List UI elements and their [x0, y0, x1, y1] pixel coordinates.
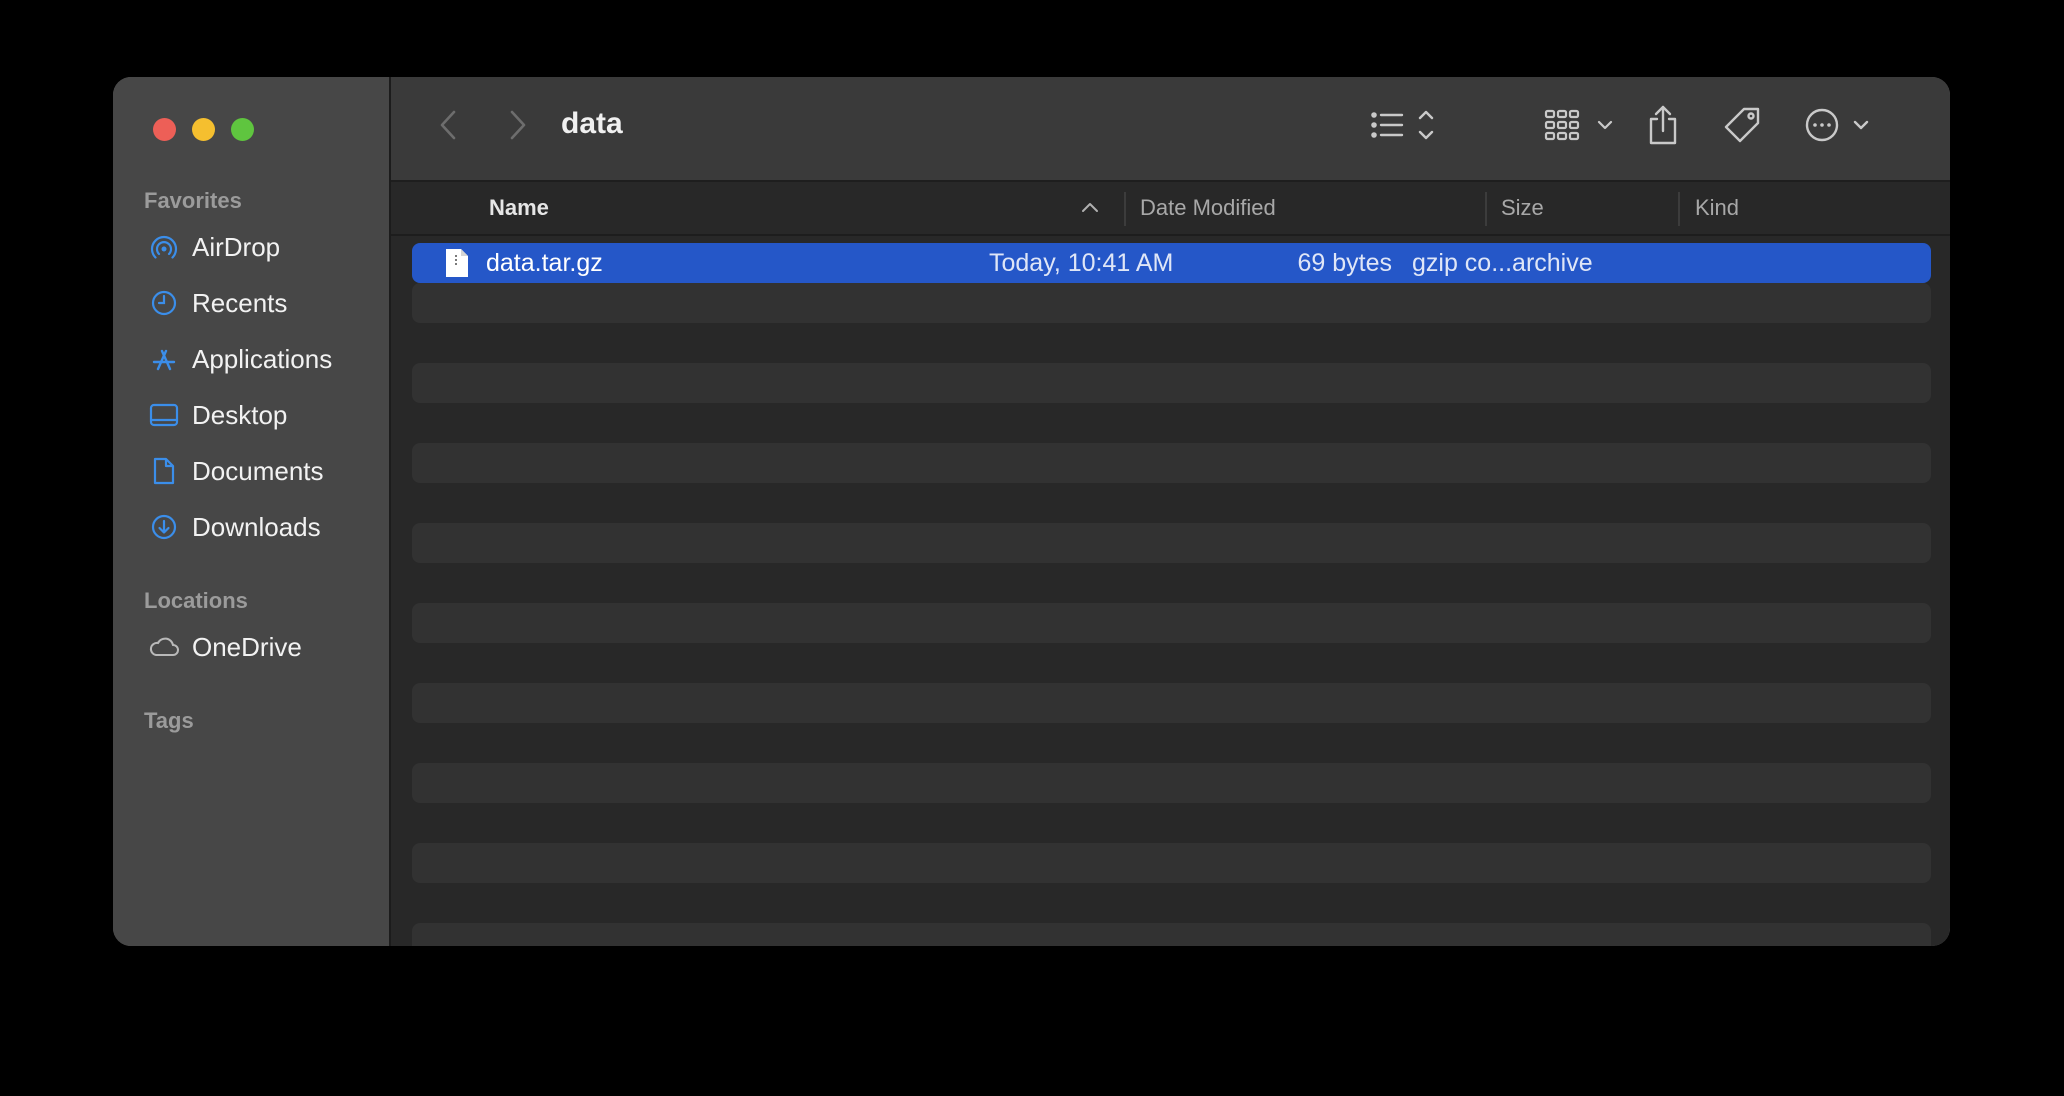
- locations-heading: Locations: [144, 588, 248, 613]
- chevron-right-icon: [509, 109, 527, 146]
- grid-icon: [1544, 107, 1620, 148]
- empty-row: [412, 283, 1931, 323]
- column-date-label: Date Modified: [1140, 195, 1276, 220]
- file-size: 69 bytes: [1297, 248, 1392, 277]
- file-date-modified: Today, 10:41 AM: [989, 248, 1174, 277]
- sidebar-item-label: Downloads: [192, 511, 321, 542]
- view-options-button[interactable]: [1366, 105, 1446, 149]
- empty-row: [412, 843, 1931, 883]
- forward-button[interactable]: [503, 107, 533, 147]
- airdrop-icon: [148, 231, 180, 263]
- empty-row: [412, 363, 1931, 403]
- archive-file-icon: [444, 243, 470, 283]
- sidebar-item-recents[interactable]: Recents: [148, 283, 378, 323]
- sidebar-item-label: OneDrive: [192, 631, 302, 662]
- column-name-label: Name: [489, 195, 549, 220]
- share-icon: [1645, 103, 1681, 152]
- close-button[interactable]: [153, 118, 176, 141]
- cloud-icon: [148, 631, 180, 663]
- column-kind-label: Kind: [1695, 195, 1740, 220]
- sidebar-item-applications[interactable]: Applications: [148, 339, 378, 379]
- more-actions-button[interactable]: [1804, 105, 1880, 149]
- toolbar: data: [391, 77, 1950, 182]
- sidebar-item-label: Documents: [192, 455, 324, 486]
- column-kind[interactable]: Kind: [1695, 182, 1935, 234]
- sidebar-item-airdrop[interactable]: AirDrop: [148, 227, 378, 267]
- sidebar-item-documents[interactable]: Documents: [148, 451, 378, 491]
- sort-ascending-icon[interactable]: [1081, 200, 1099, 219]
- column-divider[interactable]: [1485, 192, 1487, 226]
- desktop-icon: [148, 399, 180, 431]
- finder-window: Favorites AirDrop Recents Applications D…: [113, 77, 1950, 946]
- empty-row: [412, 603, 1931, 643]
- empty-row: [412, 683, 1931, 723]
- clock-icon: [148, 287, 180, 319]
- tags-heading: Tags: [144, 708, 194, 733]
- back-button[interactable]: [433, 107, 463, 147]
- empty-row: [412, 763, 1931, 803]
- download-icon: [148, 511, 180, 543]
- file-kind: gzip co...archive: [1412, 248, 1593, 277]
- document-icon: [148, 455, 180, 487]
- window-title: data: [561, 107, 623, 140]
- minimize-button[interactable]: [192, 118, 215, 141]
- empty-row: [412, 923, 1931, 946]
- column-date-modified[interactable]: Date Modified: [1140, 182, 1480, 234]
- sidebar-item-label: AirDrop: [192, 231, 281, 262]
- file-name: data.tar.gz: [486, 248, 603, 277]
- column-divider[interactable]: [1124, 192, 1126, 226]
- sidebar-item-desktop[interactable]: Desktop: [148, 395, 378, 435]
- sidebar-item-label: Applications: [192, 343, 333, 374]
- sidebar: Favorites AirDrop Recents Applications D…: [113, 77, 391, 946]
- empty-row: [412, 523, 1931, 563]
- sidebar-item-downloads[interactable]: Downloads: [148, 507, 378, 547]
- ellipsis-circle-icon: [1804, 105, 1880, 150]
- column-divider[interactable]: [1678, 192, 1680, 226]
- column-header: Name Date Modified Size Kind: [391, 182, 1950, 236]
- zoom-button[interactable]: [231, 118, 254, 141]
- column-size[interactable]: Size: [1501, 182, 1671, 234]
- sidebar-item-onedrive[interactable]: OneDrive: [148, 627, 378, 667]
- tag-button[interactable]: [1720, 105, 1764, 149]
- share-button[interactable]: [1643, 101, 1683, 153]
- favorites-heading: Favorites: [144, 188, 242, 213]
- tag-icon: [1722, 105, 1762, 150]
- chevron-left-icon: [439, 109, 457, 146]
- column-name[interactable]: Name: [489, 182, 1109, 234]
- table-row[interactable]: data.tar.gz Today, 10:41 AM 69 bytes gzi…: [412, 243, 1931, 283]
- sidebar-item-label: Recents: [192, 287, 288, 318]
- column-size-label: Size: [1501, 195, 1544, 220]
- file-list[interactable]: data.tar.gz Today, 10:41 AM 69 bytes gzi…: [391, 236, 1950, 946]
- list-view-icon: [1366, 107, 1446, 148]
- sidebar-item-label: Desktop: [192, 399, 288, 430]
- group-button[interactable]: [1544, 105, 1620, 149]
- applications-icon: [148, 343, 180, 375]
- empty-row: [412, 443, 1931, 483]
